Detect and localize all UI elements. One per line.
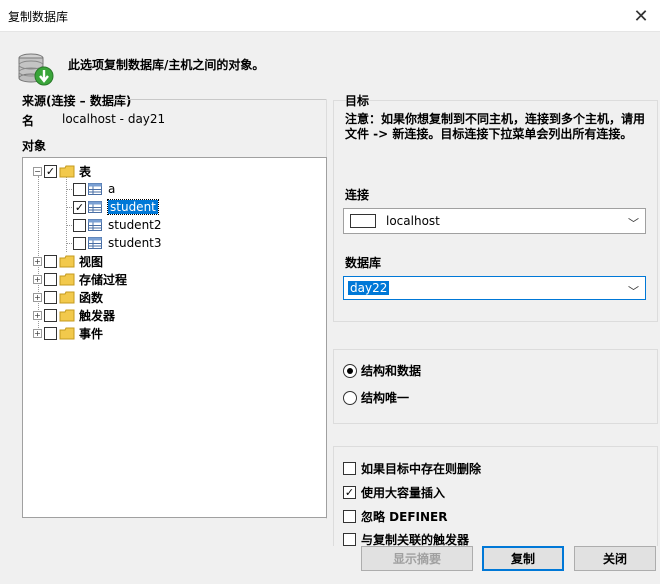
folder-icon: [59, 273, 75, 285]
mode-group: [333, 349, 658, 424]
events-checkbox[interactable]: [44, 326, 57, 340]
option-checkbox[interactable]: ✓: [343, 486, 356, 499]
table-icon: [88, 183, 102, 195]
database-value: day22: [348, 281, 390, 295]
item-checkbox[interactable]: [73, 182, 86, 196]
radio-button[interactable]: [343, 363, 357, 378]
tree-node-triggers[interactable]: + 触发器: [33, 306, 115, 324]
item-checkbox[interactable]: [73, 218, 86, 232]
item-checkbox[interactable]: ✓: [73, 200, 86, 214]
functions-checkbox[interactable]: [44, 290, 57, 304]
radio-structure-and-data[interactable]: 结构和数据: [343, 362, 421, 379]
tree-node-events[interactable]: + 事件: [33, 324, 103, 342]
source-name-value: localhost - day21: [62, 112, 166, 126]
connection-value: localhost: [386, 214, 440, 228]
chevron-down-icon[interactable]: ﹀: [628, 215, 639, 231]
source-divider: [110, 99, 326, 100]
option-label: 忽略 DEFINER: [361, 510, 448, 524]
expand-icon[interactable]: +: [33, 256, 42, 266]
option-label: 使用大容量插入: [361, 486, 446, 500]
expand-icon[interactable]: +: [33, 274, 42, 284]
connection-select[interactable]: localhost ﹀: [343, 208, 646, 234]
tree-item-student3[interactable]: student3: [73, 234, 162, 252]
option-bulk-insert[interactable]: ✓ 使用大容量插入: [343, 484, 445, 501]
option-label: 如果目标中存在则删除: [361, 462, 482, 476]
option-checkbox[interactable]: [343, 510, 356, 523]
tree-item-label: a: [108, 182, 116, 196]
intro-text: 此选项复制数据库/主机之间的对象。: [68, 58, 265, 72]
collapse-icon[interactable]: −: [33, 166, 42, 176]
option-drop-if-exists[interactable]: 如果目标中存在则删除: [343, 460, 481, 477]
target-group-label: 目标: [345, 94, 370, 108]
folder-icon: [59, 255, 75, 267]
close-icon[interactable]: ✕: [628, 3, 654, 29]
expand-icon[interactable]: +: [33, 328, 42, 338]
views-checkbox[interactable]: [44, 254, 57, 268]
option-ignore-definer[interactable]: 忽略 DEFINER: [343, 508, 447, 525]
tree-node-label: 触发器: [79, 308, 116, 323]
connection-color-swatch: [350, 214, 376, 228]
expand-icon[interactable]: +: [33, 292, 42, 302]
chevron-down-icon[interactable]: ﹀: [628, 283, 639, 299]
database-label: 数据库: [345, 256, 382, 270]
tree-connector: [66, 176, 67, 252]
radio-structure-only[interactable]: 结构唯一: [343, 389, 409, 406]
tree-item-label: student3: [108, 236, 162, 250]
tree-node-tables[interactable]: − ✓ 表: [33, 162, 91, 180]
connection-label: 连接: [345, 188, 370, 202]
folder-icon: [59, 309, 75, 321]
triggers-checkbox[interactable]: [44, 308, 57, 322]
radio-label: 结构唯一: [361, 391, 410, 405]
tree-item-a[interactable]: a: [73, 180, 115, 198]
database-download-icon: [18, 53, 54, 86]
expand-icon[interactable]: +: [33, 310, 42, 320]
tree-item-student[interactable]: ✓ student: [73, 198, 159, 216]
source-name-label: 名: [22, 114, 35, 128]
radio-button[interactable]: [343, 390, 357, 405]
title-bar: 复制数据库 ✕: [0, 0, 660, 32]
folder-icon: [59, 291, 75, 303]
tree-node-functions[interactable]: + 函数: [33, 288, 103, 306]
radio-label: 结构和数据: [361, 364, 422, 378]
copy-button[interactable]: 复制: [482, 546, 564, 571]
table-icon: [88, 237, 102, 249]
folder-icon: [59, 327, 75, 339]
table-icon: [88, 201, 102, 213]
procedures-checkbox[interactable]: [44, 272, 57, 286]
close-button[interactable]: 关闭: [574, 546, 656, 571]
tree-node-label: 存储过程: [79, 272, 128, 287]
tree-node-label: 事件: [79, 326, 104, 341]
table-icon: [88, 219, 102, 231]
tree-node-procedures[interactable]: + 存储过程: [33, 270, 127, 288]
target-note: 注意：如果你想复制到不同主机，连接到多个主机，请用文件 -> 新连接。目标连接下…: [345, 112, 646, 141]
option-checkbox[interactable]: [343, 462, 356, 475]
show-summary-button[interactable]: 显示摘要: [361, 546, 473, 571]
item-checkbox[interactable]: [73, 236, 86, 250]
tree-item-label: student2: [108, 218, 162, 232]
tables-checkbox[interactable]: ✓: [44, 164, 57, 178]
objects-label: 对象: [22, 139, 47, 153]
window-title: 复制数据库: [8, 10, 69, 24]
tree-node-label: 表: [79, 164, 92, 179]
database-select[interactable]: day22 ﹀: [343, 276, 646, 300]
option-checkbox[interactable]: [343, 533, 356, 546]
tree-node-views[interactable]: + 视图: [33, 252, 103, 270]
folder-icon: [59, 165, 75, 177]
tree-item-label: student: [107, 199, 159, 215]
tree-node-label: 函数: [79, 290, 104, 305]
tree-item-student2[interactable]: student2: [73, 216, 162, 234]
source-group-label: 来源(连接 – 数据库): [22, 94, 132, 108]
object-tree[interactable]: − ✓ 表 a ✓ student student2 student3 + 视图…: [22, 157, 327, 518]
tree-node-label: 视图: [79, 254, 104, 269]
